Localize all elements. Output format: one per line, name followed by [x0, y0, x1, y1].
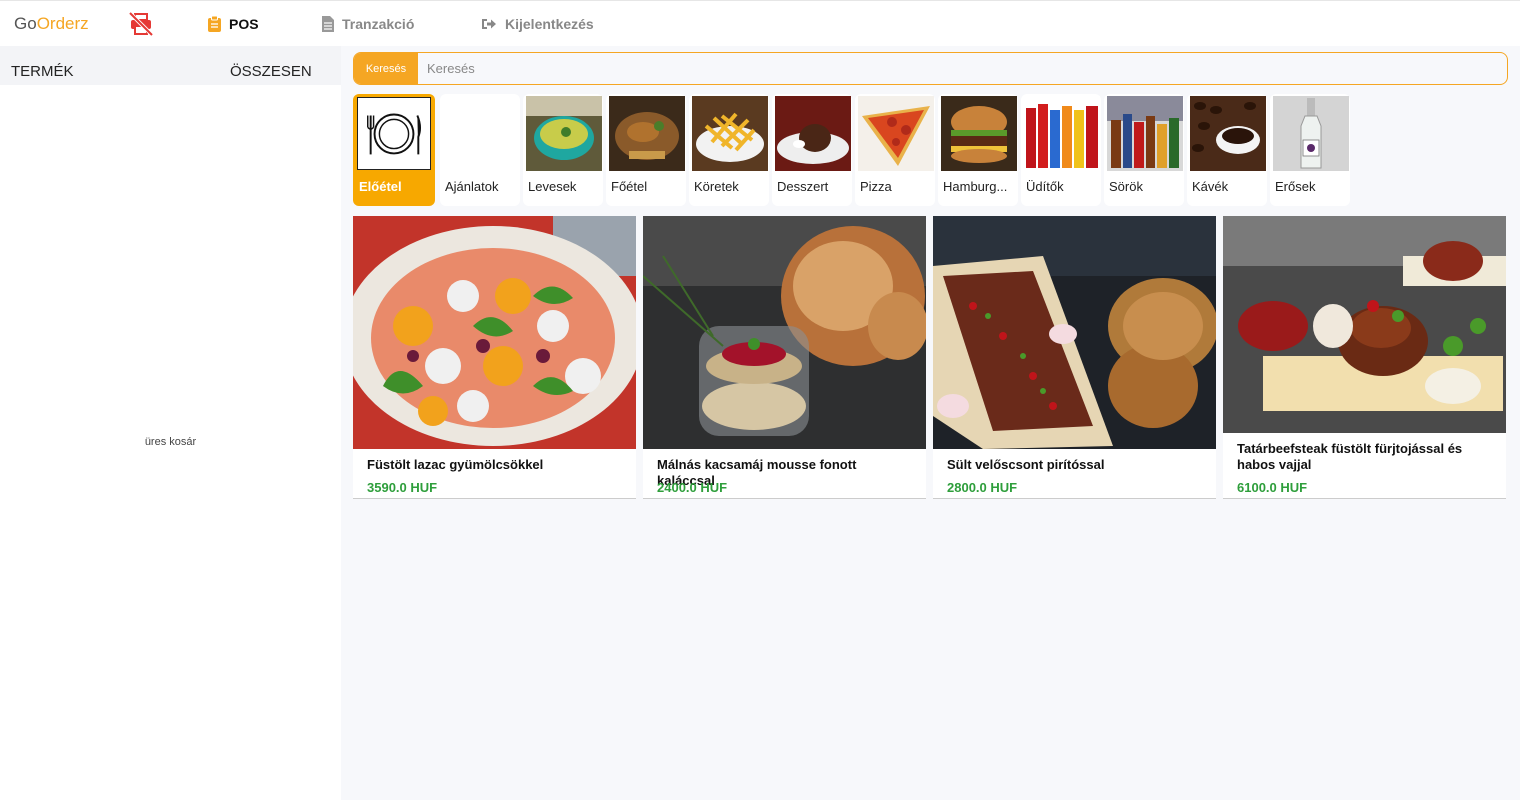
- category-uditok[interactable]: Üdítők: [1021, 94, 1101, 206]
- product-price: 2800.0 HUF: [947, 480, 1018, 495]
- product-name: Tatárbeefsteak füstölt fürjtojással és h…: [1237, 441, 1463, 472]
- category-desszert[interactable]: Desszert: [772, 94, 852, 206]
- nav-pos-label: POS: [229, 16, 259, 32]
- category-label: Köretek: [694, 179, 739, 194]
- fries-photo: [692, 96, 768, 171]
- product-image-bone-marrow: [933, 216, 1216, 449]
- category-hamburger[interactable]: Hamburg...: [938, 94, 1018, 206]
- top-navbar: GoOrderz POS Tranzakció Kijelentkezés: [0, 0, 1520, 46]
- cart-panel: TERMÉK ÖSSZESEN üres kosár: [0, 46, 341, 800]
- product-image-tartare: [1223, 216, 1506, 433]
- category-pizza[interactable]: Pizza: [855, 94, 935, 206]
- logo[interactable]: GoOrderz: [14, 14, 89, 34]
- cart-column-total: ÖSSZESEN: [230, 63, 312, 80]
- product-card[interactable]: Málnás kacsamáj mousse fonott kaláccsal …: [643, 216, 926, 499]
- product-price: 6100.0 HUF: [1237, 480, 1308, 495]
- logo-part-orderz: Orderz: [36, 14, 89, 33]
- category-label: Kávék: [1192, 179, 1229, 194]
- product-grid: Füstölt lazac gyümölcsökkel 3590.0 HUF M…: [353, 216, 1513, 499]
- sign-out-icon: [482, 19, 496, 29]
- category-kavek[interactable]: Kávék: [1187, 94, 1267, 206]
- product-name: Sült velőscsont pirítóssal: [947, 457, 1105, 472]
- category-label: Előétel: [359, 179, 402, 194]
- logo-part-go: Go: [14, 14, 37, 33]
- category-label: Desszert: [777, 179, 829, 194]
- category-label: Levesek: [528, 179, 577, 194]
- category-label: Ajánlatok: [445, 179, 499, 194]
- empty-cart-message: üres kosár: [144, 436, 197, 448]
- soup-photo: [526, 96, 602, 171]
- main-content: Keresés Előétel Ajánlatok: [341, 46, 1520, 800]
- clipboard-icon: [208, 16, 221, 32]
- category-sorok[interactable]: Sörök: [1104, 94, 1184, 206]
- main-dish-photo: [609, 96, 685, 171]
- soft-drinks-photo: [1024, 96, 1100, 171]
- category-label: Főétel: [611, 179, 648, 194]
- category-levesek[interactable]: Levesek: [523, 94, 603, 206]
- pizza-photo: [858, 96, 934, 171]
- product-price: 3590.0 HUF: [367, 480, 438, 495]
- document-icon: [322, 16, 334, 32]
- spirits-photo: [1273, 96, 1349, 171]
- category-erosek[interactable]: Erősek: [1270, 94, 1350, 206]
- product-price: 2400.0 HUF: [657, 480, 728, 495]
- nav-logout[interactable]: Kijelentkezés: [481, 16, 594, 32]
- coffee-photo: [1190, 96, 1266, 171]
- category-label: Pizza: [860, 179, 892, 194]
- category-foetel[interactable]: Főétel: [606, 94, 686, 206]
- printer-off-icon[interactable]: [128, 11, 154, 37]
- search-button[interactable]: Keresés: [354, 53, 418, 84]
- product-image-duck-mousse: [643, 216, 926, 449]
- category-koretek[interactable]: Köretek: [689, 94, 769, 206]
- beers-photo: [1107, 96, 1183, 171]
- burger-photo: [941, 96, 1017, 171]
- cart-column-product: TERMÉK: [11, 63, 74, 80]
- product-name: Füstölt lazac gyümölcsökkel: [367, 457, 544, 472]
- nav-tranzakcio[interactable]: Tranzakció: [322, 16, 414, 32]
- category-label: Erősek: [1275, 179, 1316, 194]
- category-label: Sörök: [1109, 179, 1143, 194]
- product-card[interactable]: Sült velőscsont pirítóssal 2800.0 HUF: [933, 216, 1216, 499]
- category-ajanlatok[interactable]: Ajánlatok: [440, 94, 520, 206]
- cart-header: TERMÉK ÖSSZESEN: [0, 46, 341, 85]
- category-bar: Előétel Ajánlatok Levesek Főétel Köretek…: [353, 94, 1353, 206]
- nav-pos[interactable]: POS: [208, 16, 259, 32]
- nav-logout-label: Kijelentkezés: [505, 16, 594, 32]
- category-eloetel[interactable]: Előétel: [353, 94, 435, 206]
- dessert-photo: [775, 96, 851, 171]
- category-label: Üdítők: [1026, 179, 1064, 194]
- product-image-salmon: [353, 216, 636, 449]
- search-bar: Keresés: [353, 52, 1508, 85]
- category-label: Hamburg...: [943, 179, 1008, 194]
- nav-tranzakcio-label: Tranzakció: [342, 16, 415, 32]
- search-input[interactable]: [418, 53, 1507, 84]
- plate-cutlery-icon: [357, 97, 431, 170]
- product-card[interactable]: Füstölt lazac gyümölcsökkel 3590.0 HUF: [353, 216, 636, 499]
- product-card[interactable]: Tatárbeefsteak füstölt fürjtojással és h…: [1223, 216, 1506, 499]
